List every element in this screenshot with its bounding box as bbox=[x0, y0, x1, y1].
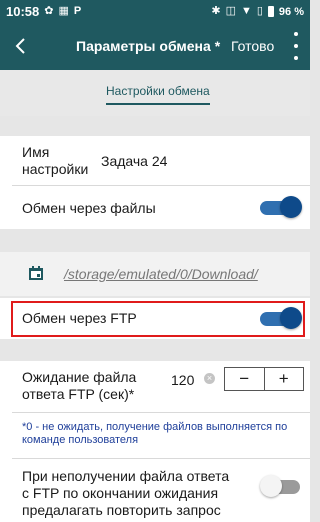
calendar-folder-icon bbox=[29, 266, 43, 280]
row-divider bbox=[12, 458, 310, 459]
tab-bar: Настройки обмена bbox=[0, 70, 310, 116]
row-divider bbox=[12, 412, 310, 413]
ftp-wait-value-field[interactable]: 120 bbox=[171, 372, 194, 388]
status-bar: 10:58 ✿ ▦ P ✱ ◫ ▼ ▯ 96 % bbox=[0, 0, 310, 23]
clear-icon[interactable]: × bbox=[204, 373, 215, 384]
settings-gear-icon: ✿ bbox=[44, 5, 54, 17]
file-exchange-toggle[interactable] bbox=[260, 196, 302, 218]
more-vert-icon bbox=[294, 32, 298, 36]
bluetooth-icon: ✱ bbox=[211, 5, 221, 17]
name-label: Имя настройки bbox=[22, 144, 89, 177]
wifi-icon: ▼ bbox=[240, 5, 252, 17]
ftp-wait-label: Ожидание файла ответа FTP (сек)* bbox=[22, 369, 137, 402]
row-divider bbox=[12, 185, 310, 186]
decrement-button[interactable]: − bbox=[225, 368, 265, 390]
folder-path-link[interactable]: /storage/emulated/0/Download/ bbox=[64, 266, 258, 282]
ftp-highlight-frame bbox=[11, 301, 305, 337]
ftp-wait-stepper: − + bbox=[224, 367, 304, 391]
retry-request-toggle[interactable] bbox=[260, 475, 302, 497]
status-time: 10:58 bbox=[6, 4, 40, 19]
app-notification-icon: ▦ bbox=[58, 5, 69, 17]
ftp-wait-note: *0 - не ожидать, получение файлов выполн… bbox=[22, 421, 288, 446]
increment-button[interactable]: + bbox=[265, 368, 304, 390]
sim-icon: ▯ bbox=[256, 5, 263, 17]
tab-exchange-settings[interactable]: Настройки обмена bbox=[106, 84, 210, 105]
vibrate-icon: ◫ bbox=[225, 5, 236, 17]
folder-path-row[interactable]: /storage/emulated/0/Download/ bbox=[0, 252, 310, 296]
app-bar: Параметры обмена * Готово bbox=[0, 23, 310, 70]
settings-card-general: Имя настройки Задача 24 Обмен через файл… bbox=[0, 136, 310, 229]
battery-icon bbox=[267, 6, 274, 17]
chevron-left-icon bbox=[15, 38, 25, 54]
parking-app-icon: P bbox=[73, 5, 82, 17]
name-value-field[interactable]: Задача 24 bbox=[101, 153, 167, 169]
done-button[interactable]: Готово bbox=[231, 38, 274, 54]
battery-percent: 96 % bbox=[278, 5, 304, 18]
page-title: Параметры обмена * bbox=[76, 38, 221, 54]
back-button[interactable] bbox=[4, 28, 38, 64]
more-menu-button[interactable] bbox=[290, 32, 302, 60]
file-exchange-label: Обмен через файлы bbox=[22, 200, 156, 216]
retry-request-label: При неполучении файла ответа с FTP по ок… bbox=[22, 468, 230, 518]
